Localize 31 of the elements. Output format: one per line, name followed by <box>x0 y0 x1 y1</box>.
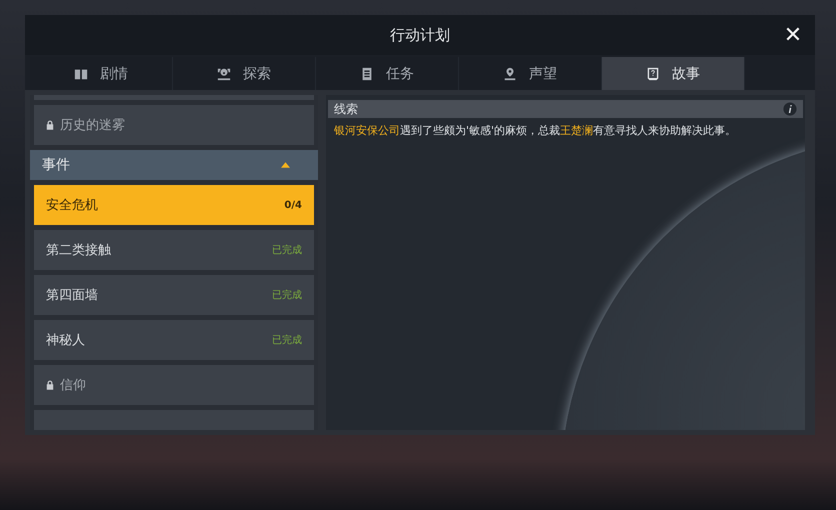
clipboard-icon <box>360 66 374 80</box>
lock-icon <box>46 380 54 390</box>
book-icon <box>74 66 88 80</box>
location-pin-icon <box>503 66 517 80</box>
quest-status: 0/4 <box>284 200 302 210</box>
close-button[interactable]: ✕ <box>777 19 809 51</box>
item-label: 历史的迷雾 <box>60 117 125 134</box>
clue-text: 银河安保公司遇到了些颇为'敏感'的麻烦，总裁王楚澜有意寻找人来协助解决此事。 <box>334 123 738 138</box>
quest-label: 第四面墙 <box>46 287 98 304</box>
quest-item[interactable]: 神秘人 已完成 <box>34 320 314 360</box>
quest-status: 已完成 <box>272 334 302 347</box>
item-label: 信仰 <box>60 377 86 394</box>
section-title: 线索 <box>334 100 358 118</box>
quest-item[interactable]: 第二类接触 已完成 <box>34 230 314 270</box>
tab[interactable]: 故事 <box>602 57 745 90</box>
list-item[interactable]: 历史的迷雾 <box>34 105 314 145</box>
scan-icon <box>217 66 231 80</box>
window-title: 行动计划 <box>390 26 450 44</box>
quest-item[interactable]: 安全危机 0/4 <box>34 185 314 225</box>
quest-item[interactable]: 第四面墙 已完成 <box>34 275 314 315</box>
quest-label: 第二类接触 <box>46 242 111 259</box>
lock-icon <box>46 120 54 130</box>
quest-label: 神秘人 <box>46 332 85 349</box>
info-icon[interactable] <box>783 102 797 116</box>
quest-status: 已完成 <box>272 288 302 302</box>
question-icon <box>646 66 660 80</box>
group-header[interactable]: 事件 <box>30 150 318 180</box>
quest-status: 已完成 <box>272 244 302 257</box>
list-item[interactable]: 信仰 <box>34 365 314 405</box>
quest-label: 安全危机 <box>46 197 98 214</box>
group-label: 事件 <box>42 156 70 174</box>
